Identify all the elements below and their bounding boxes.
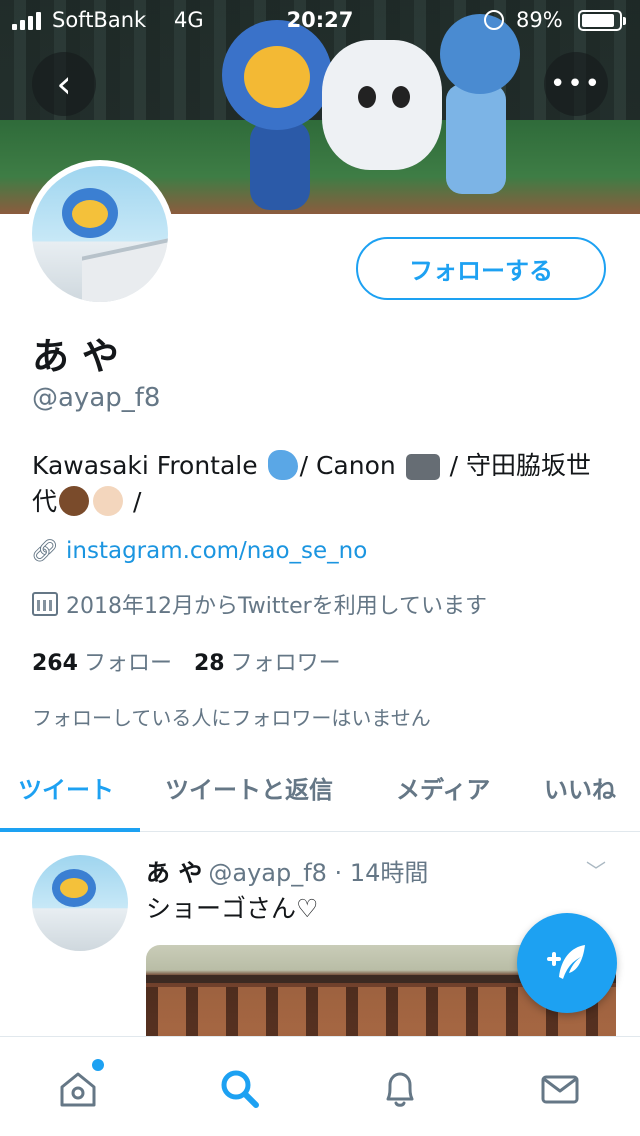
mail-icon [541,1075,579,1104]
new-content-dot [92,1059,104,1071]
bio-text-1: Kawasaki Frontale [32,451,266,480]
following-stat[interactable]: 264 フォロー [32,645,172,677]
joined-date: 2018年12月からTwitterを利用しています [32,588,487,620]
nav-notifications[interactable] [372,1061,428,1117]
tab-likes[interactable]: いいね [544,770,616,805]
follow-button[interactable]: フォローする [356,237,606,300]
status-bar: SoftBank 4G 20:27 89% [0,0,640,40]
tweet-text: ショーゴさん♡ [146,894,319,923]
camera-emoji-icon [405,454,440,480]
battery-percent: 89% [516,8,563,32]
compose-feather-icon [547,945,585,979]
more-button[interactable]: ••• [544,52,608,116]
followers-label: フォロワー [230,651,341,676]
tweet-header: あ や @ayap_f8 · 14時間 [146,853,428,888]
follow-stats: 264 フォロー 28 フォロワー [32,645,341,677]
link-icon: 🔗︎ [31,538,59,564]
mascot-body [250,120,310,210]
following-label: フォロー [83,651,172,676]
battery-fill [582,14,615,27]
tab-tweets-and-replies[interactable]: ツイートと返信 [165,770,333,805]
followers-stat[interactable]: 28 フォロワー [194,645,341,677]
tab-media[interactable]: メディア [396,770,490,805]
display-name: あ や [32,335,119,378]
tab-tweets[interactable]: ツイート [18,770,114,805]
home-icon [60,1072,96,1107]
back-button[interactable]: ‹ [32,52,96,116]
compose-tweet-button[interactable] [517,913,617,1013]
profile-link-text[interactable]: instagram.com/nao_se_no [66,538,367,564]
user-handle: @ayap_f8 [32,383,161,413]
search-icon [221,1070,259,1108]
ellipsis-icon: ••• [549,69,602,99]
tweet-author-name: あ や [146,859,203,887]
prince-emoji-icon [93,486,124,516]
chevron-down-icon[interactable]: ﹀ [586,855,606,884]
calendar-icon [32,592,58,616]
rotation-lock-icon [484,10,504,30]
followers-count: 28 [193,651,225,676]
chevron-left-icon: ‹ [56,62,72,106]
profile-tabs: ツイート ツイートと返信 メディア いいね [0,748,640,832]
tweet-handle-time: @ayap_f8 · 14時間 [208,859,429,887]
profile-link[interactable]: 🔗︎ instagram.com/nao_se_no [31,538,367,564]
battery-icon [578,10,626,31]
bio-text-2: / Canon [299,451,404,480]
person-emoji-icon [59,486,90,516]
nav-search[interactable] [212,1061,268,1117]
followed-by-text: フォローしている人にフォロワーはいません [32,706,431,730]
bell-icon [386,1072,414,1107]
bio-text-4: / [125,487,142,516]
dolphin-emoji-icon [267,450,298,480]
active-tab-indicator [0,828,140,832]
bottom-navigation [0,1036,640,1136]
mascot-dolphin-body [446,84,506,194]
tweet-avatar[interactable] [32,855,128,951]
nav-messages[interactable] [532,1061,588,1117]
mascot-white [322,40,442,170]
profile-avatar[interactable] [26,160,174,308]
joined-text: 2018年12月からTwitterを利用しています [66,594,488,619]
following-count: 264 [32,651,78,676]
profile-bio: Kawasaki Frontale / Canon / 守田脇坂世代 / [32,448,612,520]
avatar-image [32,166,168,302]
